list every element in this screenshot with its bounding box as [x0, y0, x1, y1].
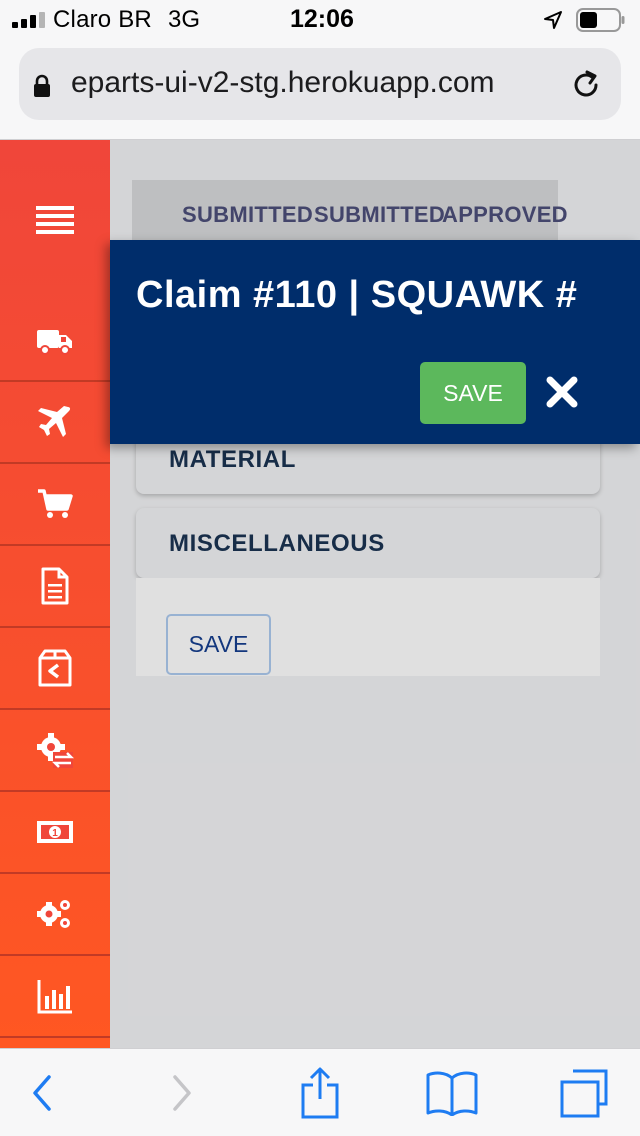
nav-item-shipping[interactable] [0, 300, 110, 382]
sidebar: 1 [0, 140, 110, 1048]
section-miscellaneous[interactable]: MISCELLANEOUS [136, 508, 600, 578]
nav-item-exchange[interactable] [0, 710, 110, 792]
truck-icon [37, 330, 72, 355]
back-button[interactable] [2, 1049, 82, 1136]
url-field[interactable]: eparts-ui-v2-stg.herokuapp.com [19, 48, 621, 120]
status-bar: Claro BR 3G 12:06 [0, 0, 640, 40]
document-icon [41, 567, 69, 605]
nav-item-billing[interactable]: 1 [0, 792, 110, 874]
location-arrow-icon [544, 11, 562, 29]
back-arrow-icon [33, 1075, 51, 1111]
section-material-label: MATERIAL [169, 446, 297, 473]
clock: 12:06 [290, 5, 354, 33]
bar-chart-icon [37, 980, 72, 1014]
gears-icon [37, 900, 70, 928]
browser-toolbar [0, 1048, 640, 1136]
claim-modal-header: Claim #110 | SQUAWK # SAVE [110, 240, 640, 444]
hamburger-menu-button[interactable] [0, 140, 110, 300]
tab-submitted-2[interactable]: SUBMITTED [314, 202, 445, 228]
tab-submitted[interactable]: SUBMITTED [182, 202, 313, 228]
url-text: eparts-ui-v2-stg.herokuapp.com [71, 66, 495, 99]
forward-arrow-icon [173, 1075, 191, 1111]
modal-save-button[interactable]: SAVE [420, 362, 526, 424]
network-type: 3G [168, 6, 201, 33]
nav-item-returns[interactable] [0, 628, 110, 710]
hamburger-icon [36, 206, 74, 234]
form-footer: SAVE [136, 578, 600, 676]
carrier-name: Claro BR [53, 6, 152, 33]
airplane-icon [38, 406, 71, 437]
battery-icon [576, 8, 625, 32]
address-bar-area: eparts-ui-v2-stg.herokuapp.com [0, 40, 640, 140]
nav-item-documents[interactable] [0, 546, 110, 628]
share-button[interactable] [280, 1049, 360, 1136]
signal-icon [12, 12, 45, 28]
cart-icon [38, 489, 73, 518]
tab-approved[interactable]: APPROVED [442, 202, 568, 228]
book-icon [426, 1071, 478, 1116]
share-icon [301, 1067, 339, 1119]
nav-item-reports[interactable] [0, 956, 110, 1038]
svg-text:1: 1 [52, 828, 58, 839]
status-tabs: SUBMITTED SUBMITTED APPROVED [132, 180, 568, 244]
bookmarks-button[interactable] [412, 1049, 492, 1136]
gear-exchange-icon [37, 733, 75, 768]
nav-item-aircraft[interactable] [0, 382, 110, 464]
reload-icon[interactable] [569, 68, 603, 102]
lock-icon [34, 74, 50, 97]
tabs-icon [560, 1069, 608, 1118]
nav-item-settings[interactable] [0, 874, 110, 956]
nav-item-cart[interactable] [0, 464, 110, 546]
return-box-icon [38, 649, 72, 687]
save-button[interactable]: SAVE [166, 614, 271, 675]
close-icon[interactable] [546, 376, 578, 408]
modal-title: Claim #110 | SQUAWK # [136, 274, 578, 316]
forward-button[interactable] [142, 1049, 222, 1136]
section-miscellaneous-label: MISCELLANEOUS [169, 530, 385, 557]
tabs-button[interactable] [544, 1049, 624, 1136]
money-icon: 1 [37, 821, 73, 843]
